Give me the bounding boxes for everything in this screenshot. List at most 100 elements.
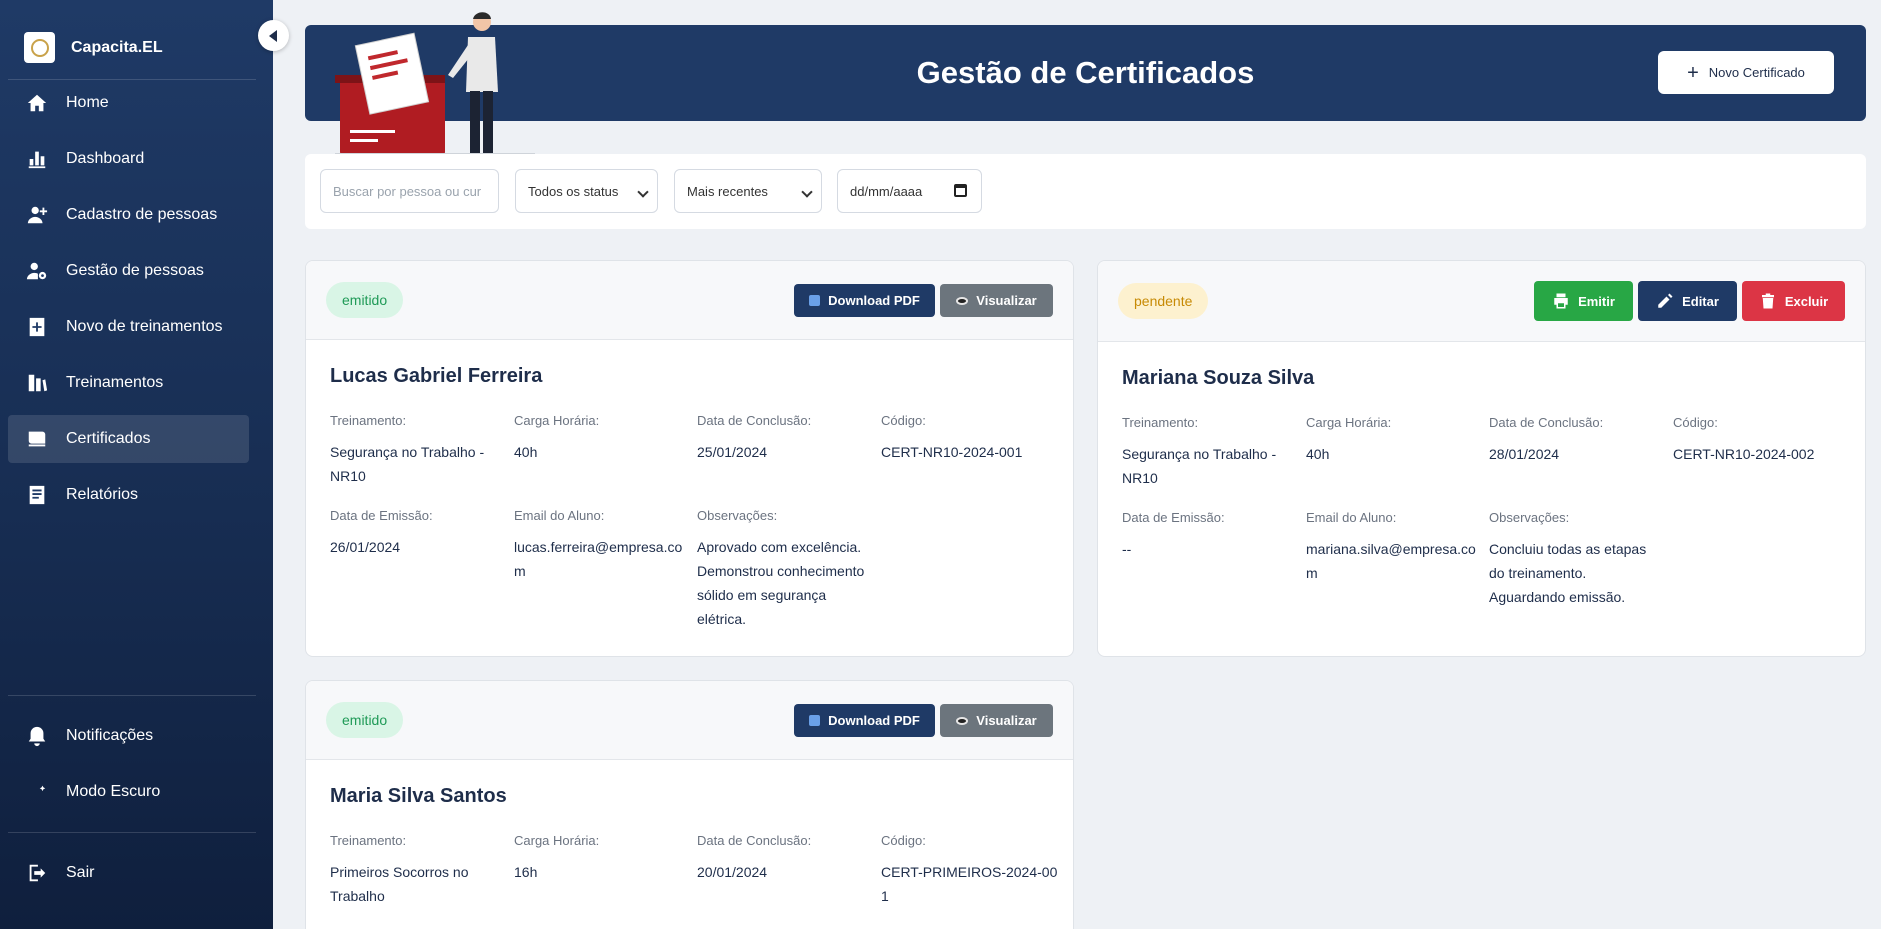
hours-label: Carga Horária: <box>514 833 600 848</box>
issue-date-value: -- <box>1122 541 1132 557</box>
sidebar-item-gestao-pessoas[interactable]: Gestão de pessoas <box>8 247 249 295</box>
issue-date-label: Data de Emissão: <box>330 508 433 523</box>
delete-button[interactable]: Excluir <box>1742 281 1845 321</box>
sidebar-item-label: Novo de treinamentos <box>66 318 223 335</box>
completion-label: Data de Conclusão: <box>697 833 812 848</box>
email-label: Email do Aluno: <box>1306 510 1397 525</box>
certificate-card: emitido Download PDF Visualizar Lucas Ga… <box>305 260 1074 657</box>
hours-label: Carga Horária: <box>1306 415 1392 430</box>
edit-label: Editar <box>1682 293 1719 309</box>
sidebar-item-cadastro-pessoas[interactable]: Cadastro de pessoas <box>8 191 249 239</box>
sidebar-item-notificacoes[interactable]: Notificações <box>8 712 249 760</box>
sidebar-collapse-button[interactable] <box>258 20 289 51</box>
brand-logo <box>24 32 55 63</box>
bar-chart-icon <box>26 148 48 170</box>
download-label: Download PDF <box>828 293 920 308</box>
completion-value: 28/01/2024 <box>1489 446 1560 462</box>
bell-icon <box>26 725 48 747</box>
training-label: Treinamento: <box>330 833 407 848</box>
notes-value: Concluiu todas as etapas do treinamento.… <box>1489 541 1647 605</box>
download-label: Download PDF <box>828 713 920 728</box>
code-value: CERT-PRIMEIROS-2024-001 <box>881 864 1058 904</box>
notes-label: Observações: <box>1489 510 1570 525</box>
issue-date-value: 26/01/2024 <box>330 539 401 555</box>
training-label: Treinamento: <box>330 413 407 428</box>
sort-select[interactable]: Mais recentes <box>674 169 822 213</box>
download-pdf-button[interactable]: Download PDF <box>794 704 935 737</box>
sidebar: Capacita.EL Home Dashboard Cadastro de p… <box>0 0 273 929</box>
sidebar-item-relatorios[interactable]: Relatórios <box>8 471 249 519</box>
sidebar-item-label: Cadastro de pessoas <box>66 206 218 223</box>
hours-label: Carga Horária: <box>514 413 600 428</box>
moon-icon <box>26 781 48 803</box>
code-label: Código: <box>1673 415 1718 430</box>
brand-name: Capacita.EL <box>71 38 163 56</box>
pdf-icon <box>809 295 821 306</box>
completion-value: 25/01/2024 <box>697 444 768 460</box>
sidebar-item-label: Treinamentos <box>66 374 164 391</box>
status-badge: emitido <box>326 282 404 318</box>
sidebar-item-label: Relatórios <box>66 486 139 503</box>
sidebar-item-certificados[interactable]: Certificados <box>8 415 249 463</box>
sidebar-item-label: Dashboard <box>66 150 145 167</box>
certificate-card: pendente Emitir Editar Excluir Mariana S… <box>1097 260 1866 657</box>
code-label: Código: <box>881 413 926 428</box>
date-input[interactable]: dd/mm/aaaa <box>837 169 982 213</box>
page-title: Gestão de Certificados <box>916 55 1255 90</box>
code-label: Código: <box>881 833 926 848</box>
training-label: Treinamento: <box>1122 415 1199 430</box>
sidebar-item-dashboard[interactable]: Dashboard <box>8 135 249 183</box>
hours-value: 40h <box>514 444 538 460</box>
sidebar-item-label: Certificados <box>66 430 151 447</box>
report-icon <box>26 484 48 506</box>
status-select[interactable]: Todos os status <box>515 169 658 213</box>
hours-value: 40h <box>1306 446 1330 462</box>
sidebar-item-home[interactable]: Home <box>8 79 249 127</box>
sidebar-item-label: Gestão de pessoas <box>66 262 204 279</box>
divider <box>8 695 256 696</box>
search-input[interactable]: Buscar por pessoa ou cur <box>320 169 499 213</box>
issue-button[interactable]: Emitir <box>1534 281 1633 321</box>
download-pdf-button[interactable]: Download PDF <box>794 284 935 317</box>
view-label: Visualizar <box>976 293 1037 308</box>
printer-icon <box>1554 293 1568 309</box>
sidebar-item-modo-escuro[interactable]: Modo Escuro <box>8 768 249 816</box>
sidebar-item-label: Sair <box>66 864 95 881</box>
email-value: lucas.ferreira@empresa.com <box>514 539 683 579</box>
person-name: Maria Silva Santos <box>330 785 507 807</box>
email-value: mariana.silva@empresa.com <box>1306 541 1476 581</box>
brand[interactable]: Capacita.EL <box>24 32 163 63</box>
view-button[interactable]: Visualizar <box>940 284 1053 317</box>
sidebar-item-label: Notificações <box>66 727 154 744</box>
training-value: Segurança no Trabalho - NR10 <box>1122 446 1277 486</box>
sidebar-item-treinamentos[interactable]: Treinamentos <box>8 359 249 407</box>
person-name: Lucas Gabriel Ferreira <box>330 365 543 387</box>
edit-button[interactable]: Editar <box>1638 281 1737 321</box>
plus-icon: + <box>1687 61 1699 84</box>
training-value: Primeiros Socorros no Trabalho <box>330 864 469 904</box>
new-certificate-button[interactable]: + Novo Certificado <box>1658 51 1834 94</box>
status-select-value: Todos os status <box>528 183 619 199</box>
issue-label: Emitir <box>1578 293 1615 309</box>
new-certificate-label: Novo Certificado <box>1708 65 1805 80</box>
page-header: Gestão de Certificados + Novo Certificad… <box>305 25 1866 121</box>
sidebar-item-novo-treinamentos[interactable]: Novo de treinamentos <box>8 303 249 351</box>
view-button[interactable]: Visualizar <box>940 704 1053 737</box>
card-header: emitido Download PDF Visualizar <box>306 261 1073 340</box>
card-header: pendente Emitir Editar Excluir <box>1098 261 1865 342</box>
notes-label: Observações: <box>697 508 778 523</box>
calendar-icon[interactable] <box>954 184 967 197</box>
user-gear-icon <box>26 260 48 282</box>
view-label: Visualizar <box>976 713 1037 728</box>
books-icon <box>26 372 48 394</box>
card-header: emitido Download PDF Visualizar <box>306 681 1073 760</box>
pencil-icon <box>1658 293 1673 308</box>
code-value: CERT-NR10-2024-002 <box>1673 446 1815 462</box>
logout-button[interactable]: Sair <box>8 849 249 897</box>
person-name: Mariana Souza Silva <box>1122 367 1315 389</box>
eye-icon <box>956 716 969 725</box>
delete-label: Excluir <box>1784 293 1829 309</box>
issue-date-label: Data de Emissão: <box>1122 510 1225 525</box>
completion-label: Data de Conclusão: <box>697 413 812 428</box>
certificate-icon <box>26 428 48 450</box>
